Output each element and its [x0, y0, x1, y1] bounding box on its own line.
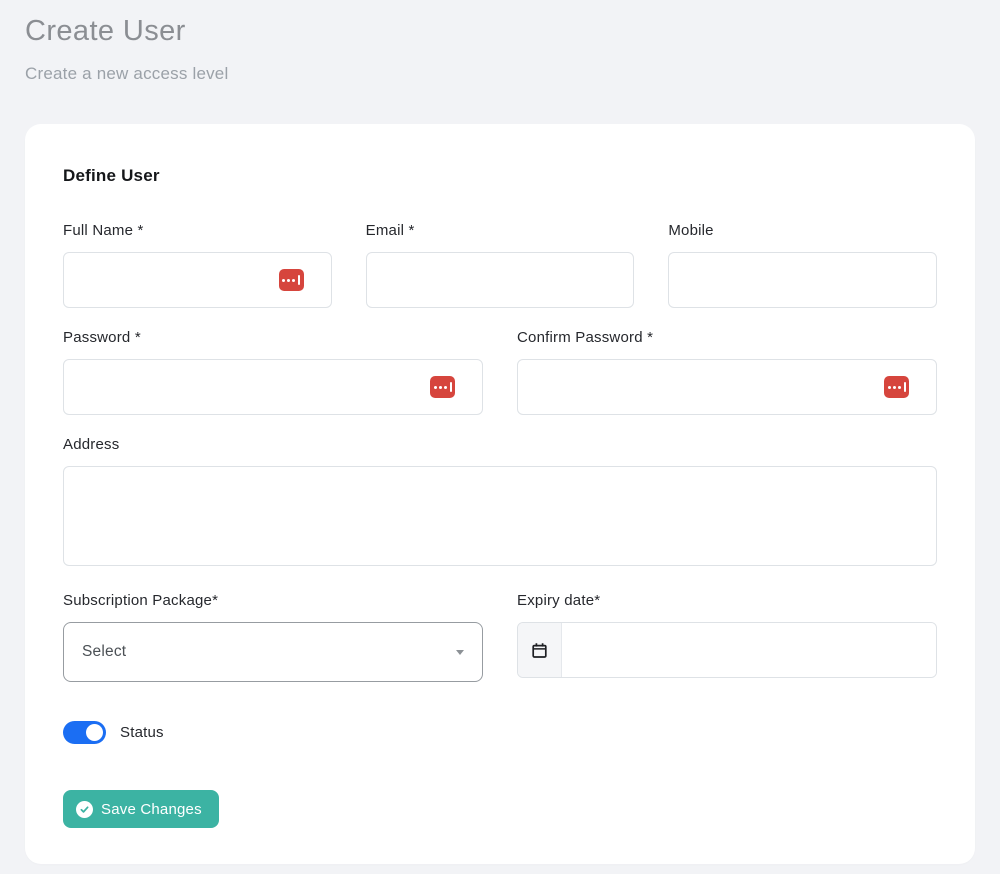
autofill-dot: [287, 279, 290, 282]
autofill-dot: [444, 386, 447, 389]
subscription-package-select[interactable]: Select: [63, 622, 483, 682]
save-changes-button[interactable]: Save Changes: [63, 790, 219, 828]
form-row-2: Password * Confirm Password *: [63, 329, 937, 415]
form-row-1: Full Name * Email * Mobi: [63, 222, 937, 308]
status-toggle-row: Status: [63, 721, 937, 744]
email-label: Email *: [366, 222, 635, 239]
mobile-label: Mobile: [668, 222, 937, 239]
autofill-cursor-bar: [904, 382, 906, 392]
autofill-dot: [282, 279, 285, 282]
email-input-wrap: [366, 252, 635, 308]
email-input[interactable]: [366, 252, 635, 308]
address-group: Address: [63, 436, 937, 571]
autofill-dot: [434, 386, 437, 389]
mobile-input[interactable]: [668, 252, 937, 308]
full-name-input-wrap: [63, 252, 332, 308]
subscription-package-label: Subscription Package*: [63, 592, 483, 609]
autofill-cursor-bar: [450, 382, 452, 392]
password-autofill-icon[interactable]: [884, 376, 909, 398]
status-toggle-knob: [86, 724, 103, 741]
subscription-package-group: Subscription Package* Select: [63, 592, 483, 682]
page-title: Create User: [25, 15, 975, 48]
address-textarea[interactable]: [63, 466, 937, 566]
form-row-4: Subscription Package* Select Expiry date…: [63, 592, 937, 682]
full-name-label: Full Name *: [63, 222, 332, 239]
save-changes-button-label: Save Changes: [101, 801, 202, 818]
expiry-date-label: Expiry date*: [517, 592, 937, 609]
autofill-dot: [292, 279, 295, 282]
page: Create User Create a new access level De…: [0, 0, 1000, 874]
confirm-password-group: Confirm Password *: [517, 329, 937, 415]
password-label: Password *: [63, 329, 483, 346]
autofill-dot: [898, 386, 901, 389]
expiry-date-addon[interactable]: [518, 623, 562, 677]
create-user-card: Define User Full Name * Email *: [25, 124, 975, 864]
confirm-password-input-wrap: [517, 359, 937, 415]
expiry-date-input[interactable]: [562, 623, 936, 677]
confirm-password-input[interactable]: [517, 359, 937, 415]
password-autofill-icon[interactable]: [279, 269, 304, 291]
page-subtitle: Create a new access level: [25, 64, 975, 84]
check-circle-icon: [76, 801, 93, 818]
chevron-down-icon: [456, 650, 464, 655]
status-toggle-label: Status: [120, 724, 164, 741]
confirm-password-label: Confirm Password *: [517, 329, 937, 346]
full-name-group: Full Name *: [63, 222, 332, 308]
form-row-3: Address: [63, 436, 937, 571]
mobile-input-wrap: [668, 252, 937, 308]
subscription-package-selected-value: Select: [82, 643, 126, 661]
password-group: Password *: [63, 329, 483, 415]
password-input-wrap: [63, 359, 483, 415]
autofill-dot: [888, 386, 891, 389]
autofill-cursor-bar: [298, 275, 300, 285]
password-autofill-icon[interactable]: [430, 376, 455, 398]
calendar-icon: [531, 642, 548, 659]
address-label: Address: [63, 436, 937, 453]
status-toggle[interactable]: [63, 721, 106, 744]
email-group: Email *: [366, 222, 635, 308]
autofill-dot: [893, 386, 896, 389]
password-input[interactable]: [63, 359, 483, 415]
autofill-dot: [439, 386, 442, 389]
mobile-group: Mobile: [668, 222, 937, 308]
expiry-date-group: Expiry date*: [517, 592, 937, 682]
expiry-date-input-group: [517, 622, 937, 678]
card-heading: Define User: [63, 166, 937, 186]
